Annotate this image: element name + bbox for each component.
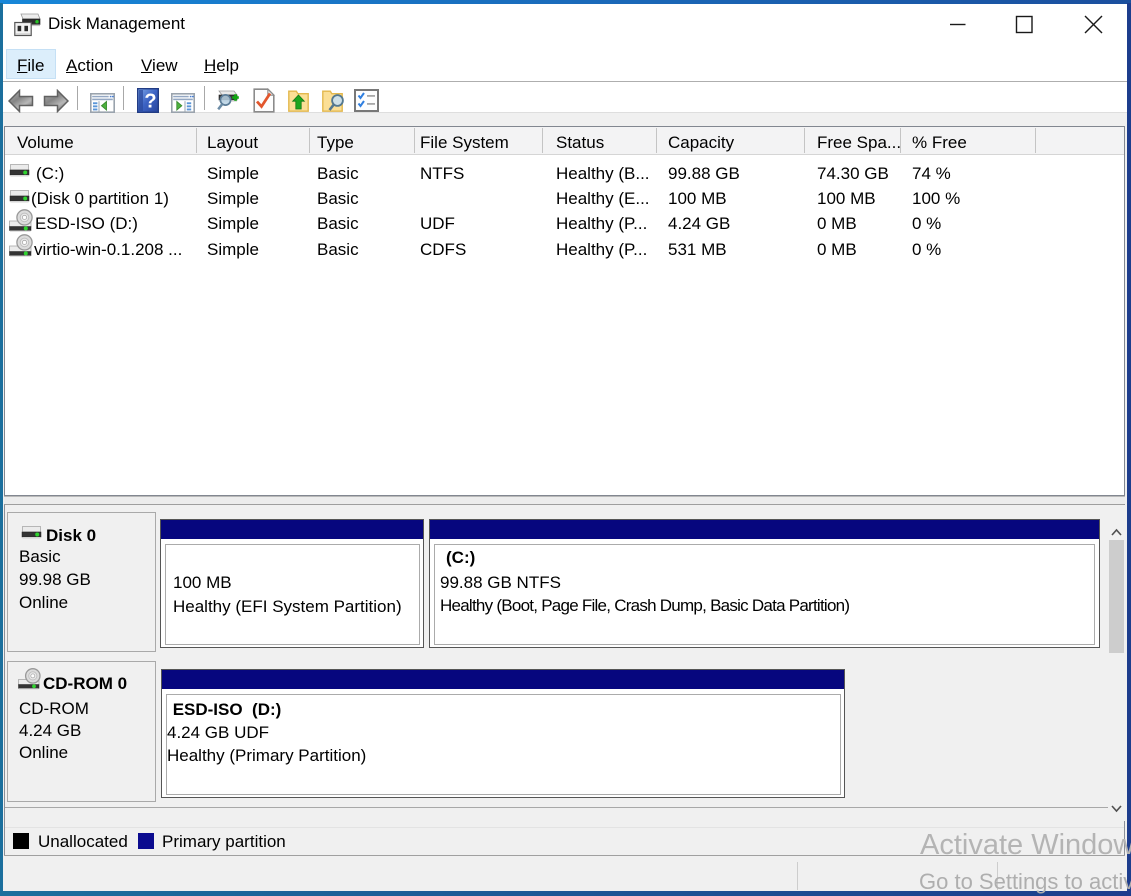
svg-text:?: ? [144,91,156,113]
